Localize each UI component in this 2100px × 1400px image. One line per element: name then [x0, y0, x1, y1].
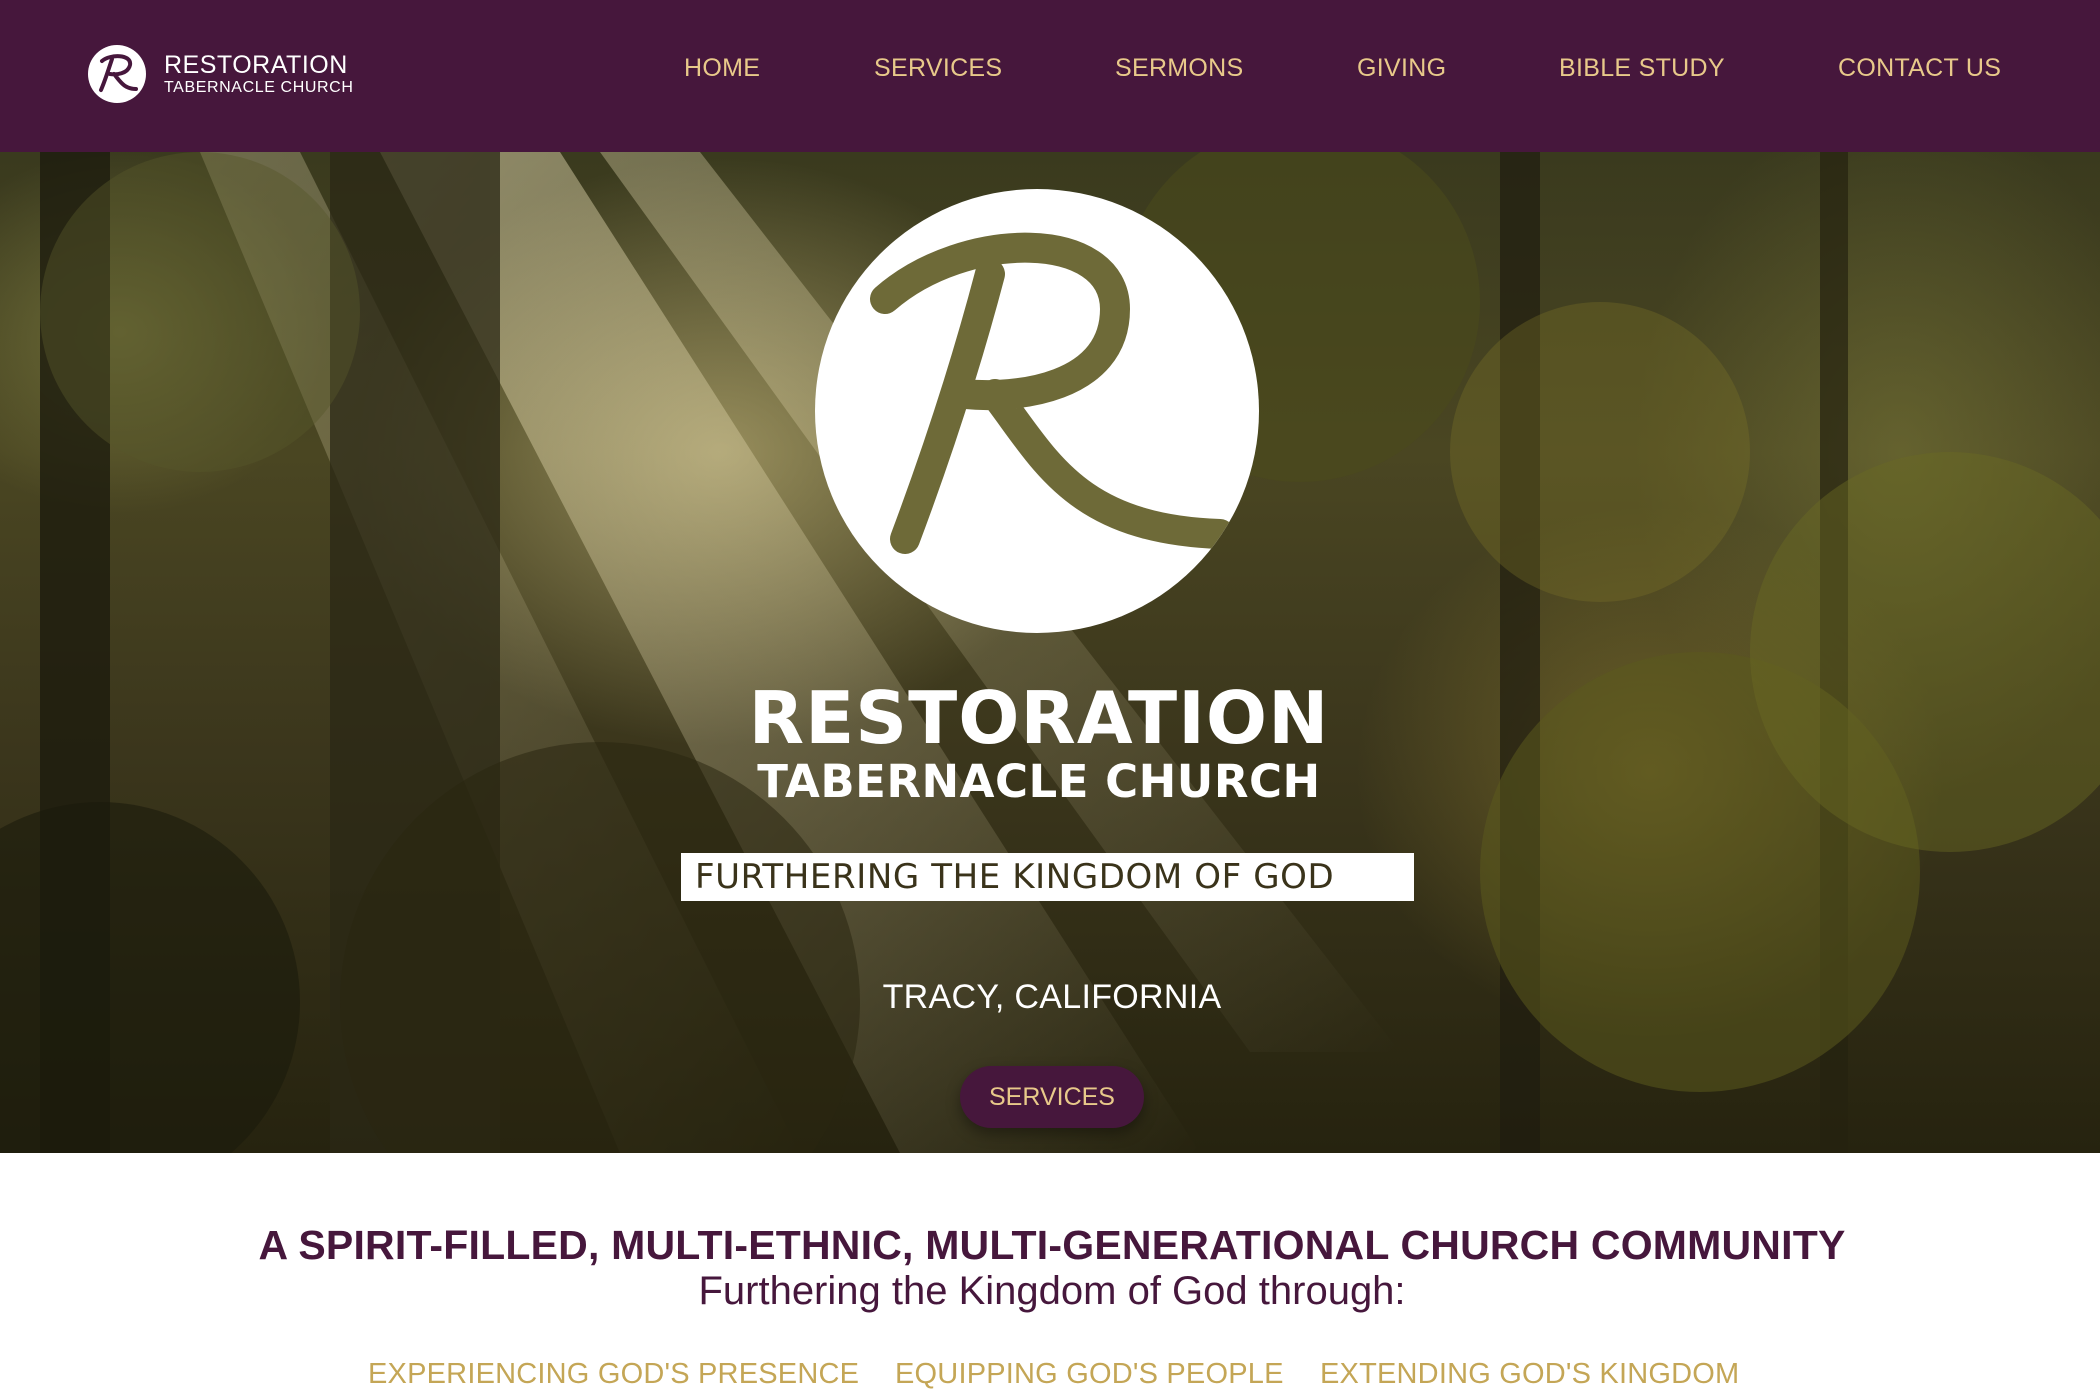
nav-giving[interactable]: GIVING [1357, 50, 1446, 86]
nav-services[interactable]: SERVICES [874, 50, 1002, 86]
pillar-experiencing[interactable]: EXPERIENCING GOD'S PRESENCE [368, 1356, 859, 1392]
pillar-equipping[interactable]: EQUIPPING GOD'S PEOPLE [895, 1356, 1284, 1392]
mission-subheadline: Furthering the Kingdom of God through: [698, 1269, 1406, 1313]
church-emblem-logo [815, 189, 1259, 633]
mission-pillars: EXPERIENCING GOD'S PRESENCE EQUIPPING GO… [0, 1356, 2100, 1392]
main-nav: HOME SERVICES SERMONS GIVING BIBLE STUDY… [0, 50, 2100, 86]
site-header: RESTORATION TABERNACLE CHURCH HOME SERVI… [0, 0, 2100, 152]
hero-section: RESTORATION TABERNACLE CHURCH FURTHERING… [0, 152, 2100, 1153]
hero-title: RESTORATION [748, 676, 1330, 760]
nav-contact-us[interactable]: CONTACT US [1838, 50, 2001, 86]
mission-headline: A SPIRIT-FILLED, MULTI-ETHNIC, MULTI-GEN… [258, 1222, 1846, 1268]
pillar-extending[interactable]: EXTENDING GOD'S KINGDOM [1320, 1356, 1739, 1392]
nav-bible-study[interactable]: BIBLE STUDY [1559, 50, 1725, 86]
hero-subtitle: TABERNACLE CHURCH [757, 755, 1321, 808]
nav-home[interactable]: HOME [684, 50, 760, 86]
services-button[interactable]: SERVICES [960, 1066, 1144, 1128]
hero-location: TRACY, CALIFORNIA [882, 978, 1222, 1016]
hero-tagline: FURTHERING THE KINGDOM OF GOD [695, 857, 1335, 897]
nav-sermons[interactable]: SERMONS [1115, 50, 1244, 86]
